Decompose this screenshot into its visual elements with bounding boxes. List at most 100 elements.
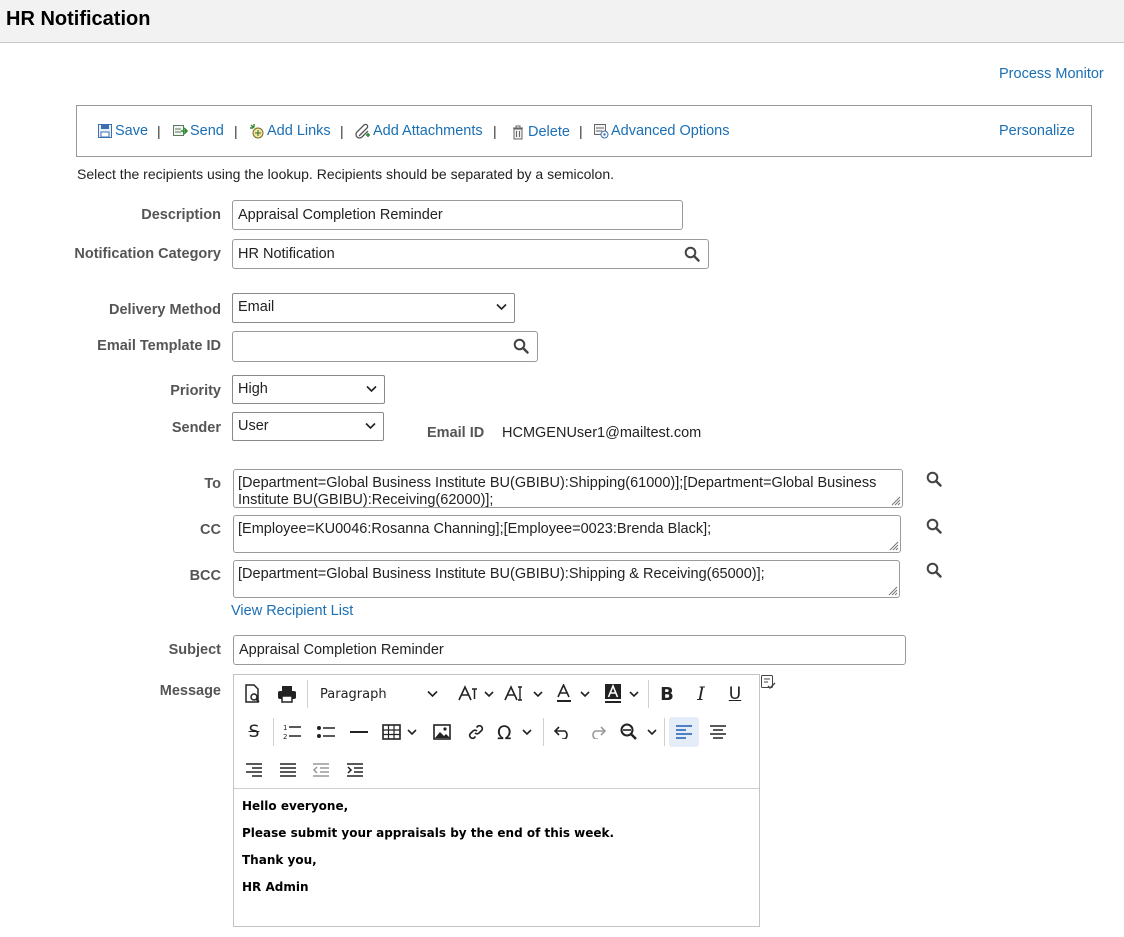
instructions-text: Select the recipients using the lookup. … bbox=[77, 166, 614, 182]
personalize-link[interactable]: Personalize bbox=[999, 123, 1075, 139]
delete-button[interactable]: Delete bbox=[510, 124, 570, 140]
font-family-dropdown[interactable] bbox=[456, 679, 496, 709]
editor-toolbar: Paragraph B I U S 12 Ω bbox=[234, 675, 759, 789]
align-left-button[interactable] bbox=[669, 717, 699, 747]
cc-value: [Employee=KU0046:Rosanna Channing];[Empl… bbox=[238, 521, 712, 537]
sender-select[interactable]: User bbox=[232, 412, 384, 441]
save-label: Save bbox=[115, 123, 149, 139]
toolbar-separator: | bbox=[340, 123, 344, 139]
chevron-down-icon bbox=[365, 422, 376, 430]
outdent-button[interactable] bbox=[309, 755, 333, 785]
preview-icon bbox=[245, 684, 260, 703]
link-icon bbox=[468, 724, 484, 740]
table-dropdown[interactable] bbox=[381, 717, 421, 747]
numbered-list-button[interactable]: 12 bbox=[280, 717, 304, 747]
find-replace-dropdown[interactable] bbox=[617, 717, 661, 747]
description-label: Description bbox=[141, 207, 221, 223]
email-template-id-input[interactable] bbox=[232, 331, 538, 362]
editor-content[interactable]: Hello everyone, Please submit your appra… bbox=[242, 799, 614, 907]
delivery-method-value: Email bbox=[238, 299, 275, 315]
description-input[interactable]: Appraisal Completion Reminder bbox=[232, 200, 683, 230]
advanced-options-label: Advanced Options bbox=[611, 123, 730, 139]
redo-icon bbox=[592, 726, 606, 739]
send-icon bbox=[173, 125, 188, 136]
cc-lookup-icon[interactable] bbox=[926, 518, 942, 534]
search-icon[interactable] bbox=[513, 338, 529, 354]
email-id-value: HCMGENUser1@mailtest.com bbox=[502, 425, 702, 441]
bcc-lookup-icon[interactable] bbox=[926, 562, 942, 578]
indent-button[interactable] bbox=[343, 755, 367, 785]
add-links-icon bbox=[250, 124, 264, 139]
spellcheck-icon[interactable] bbox=[760, 674, 776, 690]
undo-button[interactable] bbox=[551, 717, 575, 747]
horizontal-line-icon bbox=[350, 731, 368, 733]
paragraph-format-value: Paragraph bbox=[320, 686, 387, 702]
image-icon bbox=[433, 724, 451, 740]
delivery-method-label: Delivery Method bbox=[109, 302, 221, 318]
advanced-options-button[interactable]: Advanced Options bbox=[593, 123, 730, 139]
add-attachments-button[interactable]: Add Attachments bbox=[355, 123, 483, 139]
message-editor: Paragraph B I U S 12 Ω Hello everyone, P… bbox=[233, 674, 760, 927]
priority-label: Priority bbox=[170, 383, 221, 399]
table-icon bbox=[382, 724, 417, 740]
bcc-value: [Department=Global Business Institute BU… bbox=[238, 566, 765, 582]
resize-grip-icon[interactable] bbox=[886, 584, 898, 596]
message-line: HR Admin bbox=[242, 880, 309, 894]
to-lookup-icon[interactable] bbox=[926, 471, 942, 487]
paragraph-format-dropdown[interactable]: Paragraph bbox=[314, 679, 444, 709]
justify-icon bbox=[280, 763, 296, 777]
save-button[interactable]: Save bbox=[97, 123, 148, 139]
italic-button[interactable]: I bbox=[689, 679, 713, 709]
search-icon[interactable] bbox=[684, 246, 700, 262]
trash-icon bbox=[513, 125, 523, 140]
toolbar-separator: | bbox=[493, 123, 497, 139]
email-id-label: Email ID bbox=[427, 425, 485, 441]
special-characters-dropdown[interactable]: Ω bbox=[496, 717, 536, 747]
sender-label: Sender bbox=[171, 420, 221, 436]
to-label: To bbox=[204, 476, 221, 492]
delivery-method-select[interactable]: Email bbox=[232, 293, 515, 323]
bcc-textarea[interactable]: [Department=Global Business Institute BU… bbox=[233, 560, 900, 598]
to-value: [Department=Global Business Institute BU… bbox=[238, 475, 877, 508]
font-color-dropdown[interactable] bbox=[554, 679, 594, 709]
subject-label: Subject bbox=[168, 642, 221, 658]
redo-button[interactable] bbox=[585, 717, 609, 747]
view-recipient-list-link[interactable]: View Recipient List bbox=[231, 603, 353, 619]
print-button[interactable] bbox=[275, 679, 299, 709]
bold-button[interactable]: B bbox=[655, 679, 679, 709]
subject-input[interactable]: Appraisal Completion Reminder bbox=[233, 635, 906, 665]
font-color-icon bbox=[557, 684, 590, 702]
background-color-dropdown[interactable] bbox=[603, 679, 643, 709]
underline-icon: U bbox=[728, 684, 742, 704]
svg-text:Ω: Ω bbox=[497, 723, 512, 741]
page-title: HR Notification bbox=[6, 8, 151, 30]
send-button[interactable]: Send bbox=[172, 123, 224, 139]
strikethrough-button[interactable]: S bbox=[242, 717, 266, 747]
svg-text:1: 1 bbox=[283, 724, 287, 732]
resize-grip-icon[interactable] bbox=[889, 494, 901, 506]
notification-category-input[interactable]: HR Notification bbox=[232, 239, 709, 269]
toolbar-separator: | bbox=[234, 123, 238, 139]
process-monitor-link[interactable]: Process Monitor bbox=[999, 66, 1104, 82]
add-links-button[interactable]: Add Links bbox=[249, 123, 331, 139]
insert-image-button[interactable] bbox=[430, 717, 454, 747]
cc-label: CC bbox=[200, 522, 221, 538]
priority-select[interactable]: High bbox=[232, 375, 385, 404]
resize-grip-icon[interactable] bbox=[887, 539, 899, 551]
strikethrough-icon: S bbox=[248, 722, 260, 742]
underline-button[interactable]: U bbox=[723, 679, 747, 709]
to-textarea[interactable]: [Department=Global Business Institute BU… bbox=[233, 469, 903, 508]
chevron-down-icon bbox=[366, 385, 377, 393]
bullet-list-button[interactable] bbox=[314, 717, 338, 747]
font-size-dropdown[interactable] bbox=[502, 679, 546, 709]
toolbar-separator: | bbox=[579, 123, 583, 139]
justify-button[interactable] bbox=[276, 755, 300, 785]
paperclip-icon bbox=[355, 123, 370, 139]
omega-icon: Ω bbox=[497, 723, 532, 741]
cc-textarea[interactable]: [Employee=KU0046:Rosanna Channing];[Empl… bbox=[233, 515, 901, 553]
horizontal-line-button[interactable] bbox=[347, 717, 371, 747]
align-center-button[interactable] bbox=[706, 717, 730, 747]
align-right-button[interactable] bbox=[242, 755, 266, 785]
insert-link-button[interactable] bbox=[464, 717, 488, 747]
preview-button[interactable] bbox=[242, 679, 264, 709]
